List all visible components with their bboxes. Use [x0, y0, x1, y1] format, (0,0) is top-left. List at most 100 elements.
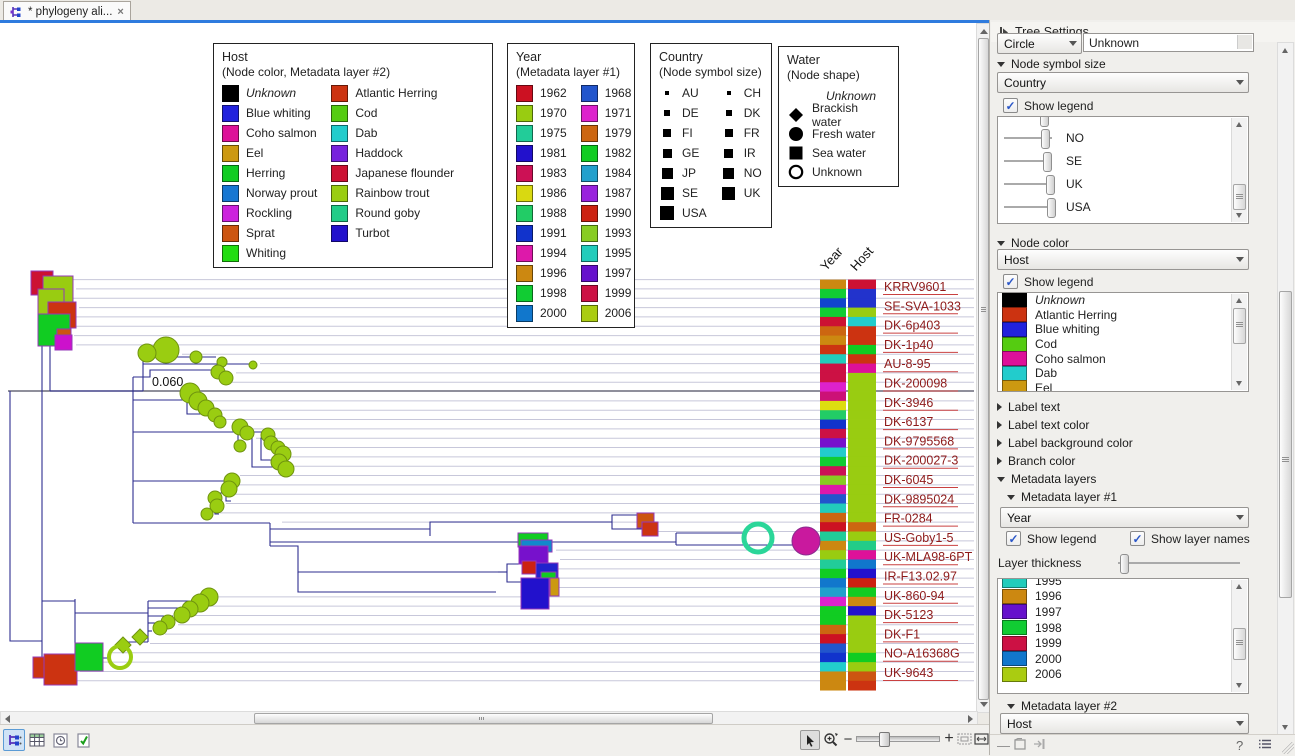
tree-hscroll-thumb[interactable] — [254, 713, 713, 724]
table-view-button[interactable] — [26, 729, 48, 751]
zoom-in-tool-button[interactable] — [822, 730, 840, 748]
color-list-item[interactable]: 1996 — [998, 589, 1248, 605]
node-shape-dropdown[interactable]: Circle — [997, 33, 1082, 54]
node-symbol-filled-circle[interactable] — [792, 527, 820, 555]
section-label-text[interactable]: Label text — [997, 400, 1060, 414]
layer1-dropdown[interactable]: Year — [1000, 507, 1249, 528]
node-symbol-square[interactable] — [55, 335, 72, 350]
color-list-item[interactable]: Dab — [998, 366, 1248, 381]
scroll-up-icon[interactable] — [980, 29, 988, 34]
host-color-list[interactable]: UnknownAtlantic HerringBlue whitingCodCo… — [997, 292, 1249, 392]
window-resize-grip[interactable] — [1282, 742, 1294, 754]
section-metadata-layers[interactable]: Metadata layers — [997, 472, 1096, 486]
taxon-label[interactable]: DK-9795568 — [884, 434, 954, 448]
color-list-item[interactable]: 2006 — [998, 667, 1248, 683]
taxon-label[interactable]: FR-0284 — [884, 512, 933, 526]
node-symbol-circle[interactable] — [219, 371, 233, 385]
taxon-label[interactable]: NO-A16368G — [884, 647, 960, 661]
country-slider-row[interactable]: SE — [1004, 150, 1224, 172]
layer2-dropdown[interactable]: Host — [1000, 713, 1249, 734]
taxon-label[interactable]: DK-F1 — [884, 627, 920, 641]
layer-thickness-thumb[interactable] — [1120, 554, 1129, 574]
float-panel-icon[interactable] — [1014, 738, 1027, 753]
nc-show-legend-checkbox[interactable]: ✓Show legend — [1003, 274, 1093, 289]
node-shape-value-field[interactable]: Unknown — [1083, 33, 1254, 52]
panel-scroll-thumb[interactable] — [1279, 291, 1292, 598]
color-list-item[interactable]: 1997 — [998, 604, 1248, 620]
taxon-label[interactable]: SE-SVA-1033 — [884, 299, 961, 313]
nss-show-legend-checkbox[interactable]: ✓Show legend — [1003, 98, 1093, 113]
slider-track[interactable] — [1004, 183, 1052, 185]
pointer-tool-button[interactable] — [800, 730, 820, 750]
panel-scroll-up-icon[interactable] — [1282, 48, 1288, 53]
node-symbol-square[interactable] — [44, 654, 77, 685]
layer1-show-layer-names-checkbox[interactable]: ✓Show layer names — [1130, 531, 1250, 546]
tree-vscroll-thumb[interactable] — [978, 38, 989, 700]
section-node-symbol-size[interactable]: Node symbol size — [997, 57, 1106, 71]
scroll-right-icon[interactable] — [968, 715, 973, 723]
node-symbol-circle[interactable] — [201, 508, 213, 520]
country-slider-row[interactable]: NO — [1004, 127, 1224, 149]
slider-thumb[interactable] — [1043, 152, 1052, 172]
node-symbol-square[interactable] — [550, 578, 559, 596]
node-symbol-circle[interactable] — [153, 337, 179, 363]
slider-list-scrollbar[interactable] — [1231, 118, 1247, 222]
color-list-item[interactable]: Coho salmon — [998, 351, 1248, 366]
slider-thumb[interactable] — [1047, 198, 1056, 218]
zoom-slider[interactable] — [856, 730, 940, 748]
node-symbol-diamond[interactable] — [132, 629, 148, 645]
country-slider-row[interactable]: UK — [1004, 173, 1224, 195]
section-branch-color[interactable]: Branch color — [997, 454, 1075, 468]
node-symbol-ring[interactable] — [744, 524, 772, 552]
color-list-item[interactable]: Eel — [998, 381, 1248, 392]
slider-thumb[interactable] — [1041, 129, 1050, 149]
node-symbol-circle[interactable] — [214, 416, 226, 428]
zoom-to-selection-button[interactable] — [973, 730, 989, 748]
section-label-text-color[interactable]: Label text color — [997, 418, 1089, 432]
history-view-button[interactable] — [49, 729, 71, 751]
section-metadata-layer-1[interactable]: Metadata layer #1 — [1007, 490, 1117, 504]
panel-scrollbar[interactable] — [1277, 42, 1294, 736]
scroll-down-icon[interactable] — [980, 702, 988, 707]
country-size-slider-list[interactable]: NOSEUKUSA — [997, 116, 1249, 224]
country-slider-row-clipped[interactable] — [1004, 116, 1224, 127]
color-list-item[interactable]: Atlantic Herring — [998, 308, 1248, 323]
taxon-label[interactable]: DK-6045 — [884, 473, 933, 487]
taxon-label[interactable]: UK-9643 — [884, 666, 933, 680]
section-node-color[interactable]: Node color — [997, 236, 1069, 250]
tree-view-canvas[interactable]: YearHostKRRV9601SE-SVA-1033DK-6p403DK-1p… — [0, 23, 976, 711]
country-slider-row[interactable]: USA — [1004, 196, 1224, 218]
taxon-label[interactable]: DK-5123 — [884, 608, 933, 622]
node-symbol-circle[interactable] — [249, 361, 257, 369]
element-info-view-button[interactable] — [72, 729, 94, 751]
taxon-label[interactable]: DK-9895024 — [884, 492, 954, 506]
taxon-label[interactable]: DK-3946 — [884, 396, 933, 410]
taxon-label[interactable]: DK-200098 — [884, 377, 947, 391]
color-list-item[interactable]: Blue whiting — [998, 322, 1248, 337]
node-symbol-circle[interactable] — [153, 621, 167, 635]
taxon-label[interactable]: DK-6137 — [884, 415, 933, 429]
taxon-label[interactable]: DK-200027-3 — [884, 454, 958, 468]
taxon-label[interactable]: IR-F13.02.97 — [884, 570, 957, 584]
layer1-show-legend-checkbox[interactable]: ✓Show legend — [1006, 531, 1096, 546]
tab-close-icon[interactable]: × — [117, 6, 123, 18]
slider-track[interactable] — [1004, 206, 1052, 208]
taxon-label[interactable]: UK-860-94 — [884, 589, 944, 603]
taxon-label[interactable]: DK-1p40 — [884, 338, 933, 352]
taxon-label[interactable]: KRRV9601 — [884, 280, 946, 294]
node-symbol-circle[interactable] — [190, 351, 202, 363]
layer-thickness-slider[interactable] — [1118, 562, 1240, 564]
taxon-label[interactable]: AU-8-95 — [884, 357, 931, 371]
color-list-item[interactable]: Cod — [998, 337, 1248, 352]
side-panel-menu-icon[interactable] — [1258, 738, 1272, 753]
taxon-label[interactable]: DK-6p403 — [884, 319, 940, 333]
node-symbol-square[interactable] — [75, 643, 103, 671]
year-color-list[interactable]: 1995199619971998199920002006 — [997, 578, 1249, 694]
help-button[interactable]: ? — [1236, 738, 1243, 753]
node-symbol-square[interactable] — [642, 522, 658, 536]
fit-width-button[interactable] — [956, 730, 972, 748]
node-symbol-circle[interactable] — [174, 607, 190, 623]
taxon-label[interactable]: UK-MLA98-6PT — [884, 550, 973, 564]
zoom-slider-thumb[interactable] — [879, 732, 890, 747]
taxon-label[interactable]: US-Goby1-5 — [884, 531, 954, 545]
